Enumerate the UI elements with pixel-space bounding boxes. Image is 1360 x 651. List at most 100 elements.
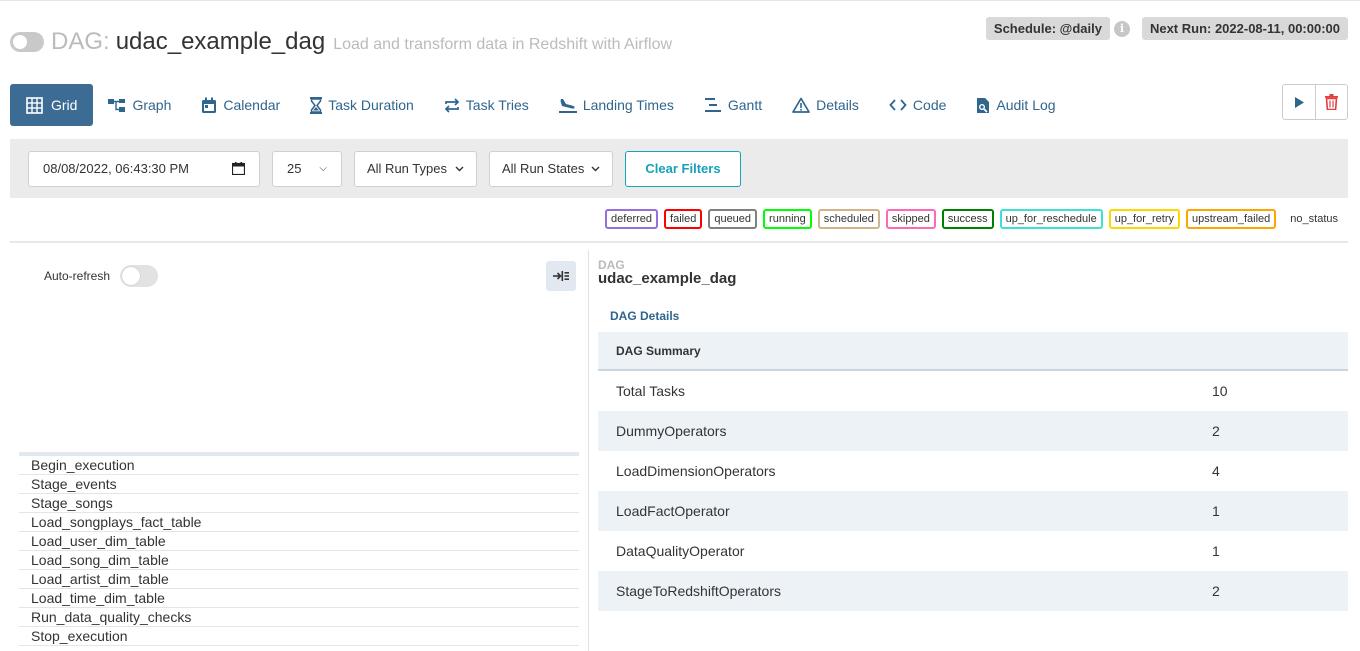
graph-icon (108, 98, 126, 112)
task-row[interactable]: Stage_events (19, 475, 579, 494)
tab-label: Audit Log (996, 97, 1056, 113)
tab-label: Landing Times (582, 97, 674, 113)
summary-key: LoadFactOperator (616, 503, 730, 519)
summary-key: DataQualityOperator (616, 543, 745, 559)
tab-calendar[interactable]: Calendar (186, 84, 295, 126)
auto-refresh: Auto-refresh (44, 265, 159, 287)
legend-success[interactable]: success (941, 209, 994, 229)
hourglass-icon (310, 96, 323, 114)
tab-landing-times[interactable]: Landing Times (544, 84, 689, 126)
run-states-select[interactable]: All Run States (489, 150, 613, 187)
auto-refresh-label: Auto-refresh (44, 269, 111, 283)
tab-label: Grid (51, 97, 78, 113)
tab-dag-details[interactable]: DAG Details (610, 309, 679, 323)
tab-task-duration[interactable]: Task Duration (295, 84, 429, 126)
num-runs-select[interactable]: 25 ⌵ (272, 150, 342, 187)
filter-bar: 08/08/2022, 06:43:30 PM 25 ⌵ All Run Typ… (10, 139, 1348, 198)
task-row[interactable]: Load_song_dim_table (19, 551, 579, 570)
dag-title: udac_example_dag (115, 28, 326, 55)
audit-log-icon (977, 97, 990, 113)
base-date-value: 08/08/2022, 06:43:30 PM (43, 161, 190, 176)
tab-label: Task Tries (465, 97, 529, 113)
tab-gantt[interactable]: Gantt (689, 84, 777, 126)
grid-icon (26, 96, 43, 114)
summary-row: DummyOperators 2 (598, 411, 1348, 451)
play-icon (1295, 96, 1304, 108)
toggle-knob (13, 35, 27, 49)
task-row[interactable]: Stage_songs (19, 494, 579, 513)
schedule-info: Schedule: @daily i Next Run: 2022-08-11,… (985, 17, 1348, 40)
dag-prefix: DAG: (51, 28, 110, 55)
legend-running[interactable]: running (763, 209, 812, 229)
task-row[interactable]: Stop_execution (19, 627, 579, 646)
calendar-icon (202, 97, 217, 113)
base-date-input[interactable]: 08/08/2022, 06:43:30 PM (28, 150, 260, 187)
warning-icon (792, 97, 810, 113)
task-row[interactable]: Load_user_dim_table (19, 532, 579, 551)
task-row[interactable]: Load_time_dim_table (19, 589, 579, 608)
calendar-picker-icon[interactable] (232, 162, 245, 175)
task-row[interactable]: Load_artist_dim_table (19, 570, 579, 589)
legend-skipped[interactable]: skipped (885, 209, 936, 229)
summary-value: 10 (1212, 383, 1228, 399)
chevron-down-icon (455, 166, 464, 171)
tab-label: Task Duration (328, 97, 414, 113)
chevron-down-icon: ⌵ (319, 163, 327, 174)
clear-filters-button[interactable]: Clear Filters (625, 150, 741, 187)
summary-value: 2 (1212, 423, 1220, 439)
summary-row: LoadDimensionOperators 4 (598, 451, 1348, 491)
tab-code[interactable]: Code (874, 84, 961, 126)
tab-label: Details (816, 97, 859, 113)
trigger-dag-button[interactable] (1283, 85, 1315, 119)
run-types-select[interactable]: All Run Types (354, 150, 477, 187)
view-tabs: Grid Graph Calendar Task Duration Task T… (10, 84, 1071, 126)
tab-graph[interactable]: Graph (93, 84, 186, 126)
legend-up-for-retry[interactable]: up_for_retry (1108, 209, 1181, 229)
task-row[interactable]: Load_songplays_fact_table (19, 513, 579, 532)
code-icon (889, 99, 907, 111)
summary-key: LoadDimensionOperators (616, 463, 776, 479)
tab-label: Calendar (223, 97, 281, 113)
pause-dag-toggle[interactable] (10, 32, 44, 52)
next-run-badge: Next Run: 2022-08-11, 00:00:00 (1141, 17, 1348, 40)
collapse-details-button[interactable] (546, 261, 576, 291)
run-types-value: All Run Types (367, 161, 447, 176)
delete-dag-button[interactable] (1315, 85, 1347, 119)
legend-queued[interactable]: queued (708, 209, 758, 229)
task-list: Begin_execution Stage_events Stage_songs Lo… (19, 452, 579, 646)
summary-value: 2 (1212, 583, 1220, 599)
gantt-icon (704, 98, 721, 112)
auto-refresh-toggle[interactable] (120, 265, 159, 287)
top-border (0, 0, 1360, 1)
tab-audit-log[interactable]: Audit Log (961, 84, 1070, 126)
dag-header: DAG: udac_example_dag Load and transform… (10, 28, 672, 56)
legend-failed[interactable]: failed (664, 209, 703, 229)
num-runs-value: 25 (287, 161, 302, 176)
summary-key: Total Tasks (616, 383, 685, 399)
legend-no-status[interactable]: no_status (1284, 209, 1344, 229)
summary-value: 1 (1212, 503, 1220, 519)
task-row[interactable]: Run_data_quality_checks (19, 608, 579, 627)
collapse-panel-icon (553, 271, 569, 281)
tab-grid[interactable]: Grid (10, 84, 94, 126)
task-row[interactable]: Begin_execution (19, 456, 579, 475)
summary-key: DummyOperators (616, 423, 727, 439)
tab-task-tries[interactable]: Task Tries (429, 84, 544, 126)
info-icon[interactable]: i (1113, 20, 1130, 37)
chevron-down-icon (591, 166, 600, 171)
tab-details[interactable]: Details (777, 84, 874, 126)
summary-row: Total Tasks 10 (598, 371, 1348, 411)
legend-upstream-failed[interactable]: upstream_failed (1186, 209, 1277, 229)
plane-landing-icon (558, 99, 577, 113)
run-states-value: All Run States (502, 161, 585, 176)
divider (10, 241, 1348, 243)
dag-actions (1282, 84, 1348, 120)
summary-key: StageToRedshiftOperators (616, 583, 781, 599)
toggle-knob (122, 267, 141, 285)
legend-deferred[interactable]: deferred (605, 209, 659, 229)
summary-row: DataQualityOperator 1 (598, 531, 1348, 571)
legend-up-for-reschedule[interactable]: up_for_reschedule (999, 209, 1103, 229)
schedule-badge: Schedule: @daily (985, 17, 1110, 40)
legend-scheduled[interactable]: scheduled (817, 209, 880, 229)
details-title: udac_example_dag (598, 270, 737, 287)
